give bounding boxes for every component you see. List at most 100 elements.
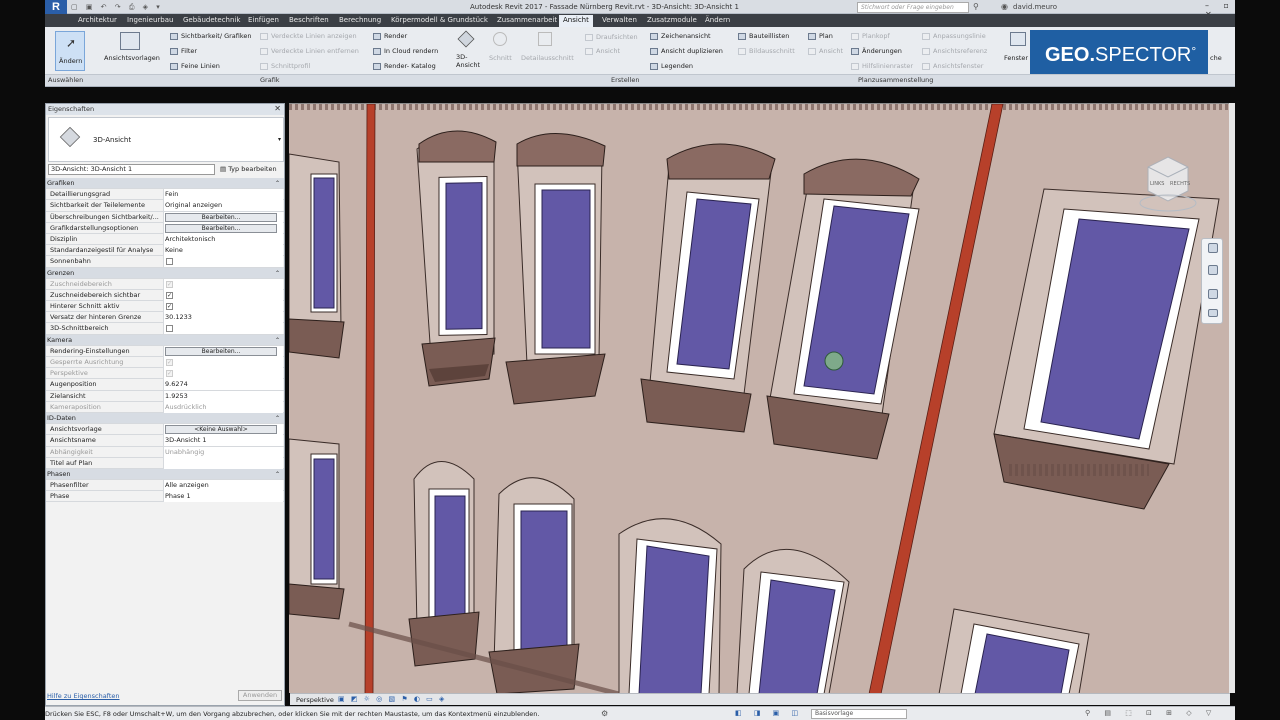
view-placement-button[interactable]: Ansicht xyxy=(808,47,843,55)
vertical-scrollbar[interactable] xyxy=(1229,103,1235,693)
property-value[interactable]: 1.9253 xyxy=(163,390,283,402)
schedules-button[interactable]: Bauteillisten xyxy=(738,32,789,40)
steering-wheel-icon[interactable] xyxy=(1208,243,1218,253)
tab-einfuegen[interactable]: Einfügen xyxy=(248,16,279,24)
design-options-select[interactable]: Basisvorlage xyxy=(811,709,907,719)
collapse-icon[interactable]: ⌃ xyxy=(275,469,280,480)
modify-button[interactable]: ➚ Ändern xyxy=(55,31,85,71)
view-cube[interactable]: LINKS RECHTS xyxy=(1138,155,1198,215)
zoom-icon[interactable] xyxy=(1208,265,1218,275)
title-block-button[interactable]: Plankopf xyxy=(851,32,890,40)
property-value[interactable]: Original anzeigen xyxy=(163,200,283,212)
property-value[interactable]: 3D-Ansicht 1 xyxy=(163,435,283,447)
view-mode-label[interactable]: Perspektive xyxy=(296,696,334,704)
tab-verwalten[interactable]: Verwalten xyxy=(602,16,637,24)
collapse-icon[interactable]: ⌃ xyxy=(275,268,280,279)
callout-button[interactable]: Detailausschnitt xyxy=(521,54,574,62)
property-value[interactable]: Keine xyxy=(163,245,283,257)
category-label[interactable]: Grafiken xyxy=(47,178,159,189)
search-icon[interactable]: ⚲ xyxy=(973,2,979,11)
panel-graphics[interactable]: Grafik xyxy=(260,76,280,84)
edit-property-button[interactable]: Bearbeiten... xyxy=(165,346,277,356)
render-button[interactable]: Render xyxy=(373,32,407,40)
duplicate-view-button[interactable]: Ansicht duplizieren xyxy=(650,47,723,55)
legends-button[interactable]: Legenden xyxy=(650,62,693,70)
cloud-render-button[interactable]: In Cloud rendern xyxy=(373,47,438,55)
tab-architektur[interactable]: Architektur xyxy=(78,16,117,24)
category-label[interactable]: Grenzen xyxy=(47,268,159,279)
property-value[interactable]: 9.6274 xyxy=(163,379,283,391)
plan-views-button[interactable]: Draufsichten xyxy=(585,33,638,41)
property-value[interactable]: 30.1233 xyxy=(163,312,283,324)
chevron-down-icon[interactable]: ▾ xyxy=(278,136,281,143)
navbar-options-icon[interactable] xyxy=(1208,309,1218,317)
view-reference-button[interactable]: Ansichtsreferenz xyxy=(922,47,987,55)
property-checkbox[interactable]: ✓ xyxy=(166,291,173,299)
property-value[interactable]: Alle anzeigen xyxy=(163,480,283,492)
close-hidden-button[interactable]: che xyxy=(1210,54,1222,62)
elevation-button[interactable]: Ansicht xyxy=(585,47,620,55)
property-value[interactable]: Fein xyxy=(163,189,283,201)
property-value[interactable]: Architektonisch xyxy=(163,233,283,245)
panel-select[interactable]: Auswählen xyxy=(48,76,83,84)
scope-box-button[interactable]: Bildausschnitt xyxy=(738,47,795,55)
help-search-input[interactable]: Stichwort oder Frage eingeben xyxy=(857,2,969,13)
user-name[interactable]: david.meuro xyxy=(1013,3,1057,11)
close-icon[interactable]: ✕ xyxy=(274,104,281,113)
status-icons[interactable]: ◧ ◨ ▣ ◫ xyxy=(735,709,803,717)
viewports-button[interactable]: Ansichtsfenster xyxy=(922,62,983,70)
render-gallery-button[interactable]: Render- Katalog xyxy=(373,62,436,70)
3d-viewport[interactable] xyxy=(289,103,1229,693)
visibility-graphics-button[interactable]: Sichtbarkeit/ Grafiken xyxy=(170,32,252,40)
type-selector[interactable]: 3D-Ansicht ▾ xyxy=(48,117,284,162)
properties-help-link[interactable]: Hilfe zu Eigenschaften xyxy=(47,692,120,700)
panel-create[interactable]: Erstellen xyxy=(611,76,639,84)
matchline-button[interactable]: Anpassungslinie xyxy=(922,32,986,40)
collapse-icon[interactable]: ⌃ xyxy=(275,335,280,346)
property-checkbox[interactable]: ✓ xyxy=(166,303,173,311)
collapse-icon[interactable]: ⌃ xyxy=(275,413,280,424)
panel-sheet-composition[interactable]: Planzusammenstellung xyxy=(858,76,933,84)
view-control-icons[interactable]: ▣ ◩ ☼ ◎ ▧ ⚑ ◐ ▭ ◈ xyxy=(338,695,446,703)
revit-logo[interactable]: R xyxy=(45,0,67,14)
edit-property-button[interactable]: Bearbeiten... xyxy=(165,223,277,233)
tab-berechnung[interactable]: Berechnung xyxy=(339,16,381,24)
guide-grid-button[interactable]: Hilfslinienraster xyxy=(851,62,913,70)
tab-gebaeudetechnik[interactable]: Gebäudetechnik xyxy=(183,16,240,24)
switch-windows-button[interactable]: Fenster wechsel xyxy=(1004,54,1030,62)
edit-property-button[interactable]: Bearbeiten... xyxy=(165,212,277,222)
viewcube-left-face[interactable]: LINKS xyxy=(1150,181,1164,187)
pan-icon[interactable] xyxy=(1208,289,1218,299)
viewcube-right-face[interactable]: RECHTS xyxy=(1170,181,1190,187)
tab-ansicht[interactable]: Ansicht xyxy=(559,15,593,27)
workset-icon[interactable]: ⚙ xyxy=(601,709,608,718)
selection-filter-icons[interactable]: ⚲ ▤ ⬚ ⊡ ⊞ ◇ ▽ xyxy=(1085,709,1217,717)
tab-aendern[interactable]: Ändern xyxy=(705,16,730,24)
property-value[interactable] xyxy=(163,457,283,469)
category-label[interactable]: ID-Daten xyxy=(47,413,159,424)
thin-lines-button[interactable]: Feine Linien xyxy=(170,62,220,70)
quick-access-toolbar[interactable]: ▢ ▣ ↶ ↷ ⎙ ◈ ▾ xyxy=(71,3,163,12)
collapse-icon[interactable]: ⌃ xyxy=(275,178,280,189)
tab-zusatzmodule[interactable]: Zusatzmodule xyxy=(647,16,697,24)
apply-button[interactable]: Anwenden xyxy=(238,690,282,701)
edit-property-button[interactable]: <Keine Auswahl> xyxy=(165,425,277,435)
3d-view-button[interactable]: 3D- Ansicht xyxy=(456,53,480,69)
section-button[interactable]: Schnitt xyxy=(489,54,512,62)
instance-selector[interactable]: 3D-Ansicht: 3D-Ansicht 1 xyxy=(48,164,215,175)
filter-button[interactable]: Filter xyxy=(170,47,197,55)
property-checkbox[interactable] xyxy=(166,325,173,333)
tab-beschriften[interactable]: Beschriften xyxy=(289,16,329,24)
edit-type-button[interactable]: ▤ Typ bearbeiten xyxy=(220,165,277,173)
category-label[interactable]: Kamera xyxy=(47,335,159,346)
tab-ingenieurbau[interactable]: Ingenieurbau xyxy=(127,16,173,24)
category-label[interactable]: Phasen xyxy=(47,469,159,480)
drafting-view-button[interactable]: Zeichenansicht xyxy=(650,32,711,40)
remove-hidden-lines-button[interactable]: Verdeckte Linien entfernen xyxy=(260,47,359,55)
show-hidden-lines-button[interactable]: Verdeckte Linien anzeigen xyxy=(260,32,357,40)
tab-zusammenarbeit[interactable]: Zusammenarbeit xyxy=(497,16,557,24)
sheet-button[interactable]: Plan xyxy=(808,32,833,40)
section-profile-button[interactable]: Schnittprofil xyxy=(260,62,310,70)
property-checkbox[interactable] xyxy=(166,258,173,266)
property-value[interactable]: Phase 1 xyxy=(163,491,283,503)
